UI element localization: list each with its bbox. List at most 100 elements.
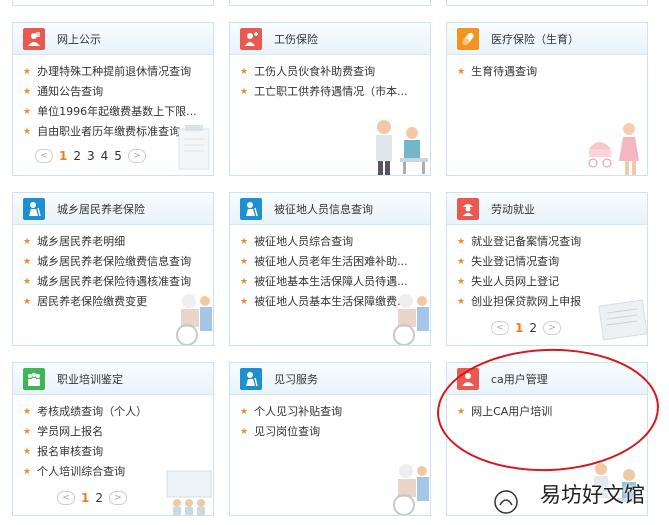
next-page-button[interactable]: > <box>127 149 146 163</box>
star-icon: ★ <box>23 237 32 247</box>
newspaper-illustration <box>598 299 647 341</box>
next-page-button[interactable]: > <box>109 491 127 505</box>
card-work-injury: 工伤保险 ★ 工伤人员伙食补助费查询 ★ 工亡职工供养待遇情况（市本... <box>229 22 431 176</box>
land-person-icon <box>240 197 262 220</box>
card-title: 医疗保险（生育） <box>491 32 579 46</box>
star-icon: ★ <box>23 127 32 137</box>
star-icon: ★ <box>240 427 249 437</box>
wheelchair-elder-illustration <box>393 464 429 515</box>
card-title: 劳动就业 <box>491 202 535 216</box>
worker-icon <box>457 197 479 220</box>
list-item[interactable]: ★ 生育待遇查询 <box>457 62 637 82</box>
wheelchair-elder-illustration <box>393 294 429 345</box>
star-icon: ★ <box>23 277 32 287</box>
card-title: 网上公示 <box>57 32 101 46</box>
list-item[interactable]: ★ 学员网上报名 <box>23 422 203 442</box>
top-card-strip-3 <box>446 0 648 6</box>
card-medical-insurance: 医疗保险（生育） ★ 生育待遇查询 <box>446 22 648 176</box>
card-header: 城乡居民养老保险 <box>13 193 213 225</box>
star-icon: ★ <box>457 257 466 267</box>
list-item[interactable]: ★ 城乡居民养老明细 <box>23 232 203 252</box>
training-group-icon <box>23 367 45 390</box>
list-item[interactable]: ★ 城乡居民养老保险缴费信息查询 <box>23 252 203 272</box>
list-item[interactable]: ★ 考核成绩查询（个人） <box>23 402 203 422</box>
star-icon: ★ <box>240 407 249 417</box>
star-icon: ★ <box>23 87 32 97</box>
list-item[interactable]: ★ 办理特殊工种提前退休情况查询 <box>23 62 203 82</box>
watermark-text: 易坊好文馆 <box>540 483 645 507</box>
card-online-notice: 网上公示 ★ 办理特殊工种提前退休情况查询 ★ 通知公告查询 ★ 单位1996年起缴费… <box>12 22 214 176</box>
elder-person-icon <box>23 197 45 220</box>
card-header: 网上公示 <box>13 23 213 55</box>
star-icon: ★ <box>23 107 32 117</box>
star-icon: ★ <box>457 67 466 77</box>
injury-person-icon <box>240 27 262 50</box>
page-1-link[interactable]: 1 <box>81 491 89 505</box>
star-icon: ★ <box>240 87 249 97</box>
list-item[interactable]: ★ 失业人员网上登记 <box>457 272 637 292</box>
list-item[interactable]: ★ 被征地人员老年生活困难补助... <box>240 252 420 272</box>
pagination: < 1 2 > <box>491 321 561 335</box>
card-vocational-training: 职业培训鉴定 ★ 考核成绩查询（个人） ★ 学员网上报名 ★ 报名审核查询 ★ 个人培训… <box>12 362 214 516</box>
card-header: 工伤保险 <box>230 23 430 55</box>
card-title: 职业培训鉴定 <box>57 372 123 386</box>
prev-page-button[interactable]: < <box>35 149 53 163</box>
person-document-icon <box>23 27 45 50</box>
watermark-logo-icon <box>494 490 518 514</box>
doctor-patient-illustration <box>376 120 428 175</box>
list-item[interactable]: ★ 工伤人员伙食补助费查询 <box>240 62 420 82</box>
wheelchair-elder-illustration <box>176 294 212 345</box>
top-card-strip-2 <box>229 0 431 6</box>
star-icon: ★ <box>457 297 466 307</box>
list-item[interactable]: ★ 失业登记情况查询 <box>457 252 637 272</box>
list-item[interactable]: ★ 工亡职工供养待遇情况（市本... <box>240 82 420 102</box>
page-1-link[interactable]: 1 <box>515 321 523 335</box>
star-icon: ★ <box>240 297 249 307</box>
star-icon: ★ <box>240 67 249 77</box>
star-icon: ★ <box>23 427 32 437</box>
card-title: 城乡居民养老保险 <box>57 202 145 216</box>
prev-page-button[interactable]: < <box>57 491 75 505</box>
card-title: 工伤保险 <box>274 32 318 46</box>
star-icon: ★ <box>240 237 249 247</box>
next-page-button[interactable]: > <box>543 321 561 335</box>
medicine-icon <box>457 27 479 50</box>
star-icon: ★ <box>23 257 32 267</box>
page-2-link[interactable]: 2 <box>95 491 103 505</box>
page-3-link[interactable]: 3 <box>87 149 95 163</box>
star-icon: ★ <box>23 447 32 457</box>
page-2-link[interactable]: 2 <box>529 321 537 335</box>
list-item[interactable]: ★ 通知公告查询 <box>23 82 203 102</box>
star-icon: ★ <box>457 237 466 247</box>
star-icon: ★ <box>240 277 249 287</box>
classroom-illustration <box>166 470 212 515</box>
pagination: < 1 2 3 4 5 > <box>35 149 146 163</box>
page-1-link[interactable]: 1 <box>59 149 67 163</box>
pagination: < 1 2 > <box>57 491 127 505</box>
clipboard-illustration <box>178 125 210 170</box>
list-item[interactable]: ★ 见习岗位查询 <box>240 422 420 442</box>
card-header: 劳动就业 <box>447 193 647 225</box>
page-5-link[interactable]: 5 <box>114 149 122 163</box>
list-item[interactable]: ★ 就业登记备案情况查询 <box>457 232 637 252</box>
card-labor-employment: 劳动就业 ★ 就业登记备案情况查询 ★ 失业登记情况查询 ★ 失业人员网上登记 ★ 创业… <box>446 192 648 346</box>
list-item[interactable]: ★ 报名审核查询 <box>23 442 203 462</box>
page-4-link[interactable]: 4 <box>101 149 109 163</box>
intern-person-icon <box>240 367 262 390</box>
list-item[interactable]: ★ 单位1996年起缴费基数上下限... <box>23 102 203 122</box>
page-2-link[interactable]: 2 <box>73 149 81 163</box>
top-card-strip-1 <box>12 0 214 6</box>
star-icon: ★ <box>457 277 466 287</box>
star-icon: ★ <box>23 297 32 307</box>
card-internship: 见习服务 ★ 个人见习补贴查询 ★ 见习岗位查询 <box>229 362 431 516</box>
card-header: 医疗保险（生育） <box>447 23 647 55</box>
mother-stroller-illustration <box>588 123 639 175</box>
card-resident-pension: 城乡居民养老保险 ★ 城乡居民养老明细 ★ 城乡居民养老保险缴费信息查询 ★ 城乡居民… <box>12 192 214 346</box>
star-icon: ★ <box>240 257 249 267</box>
list-item[interactable]: ★ 被征地人员综合查询 <box>240 232 420 252</box>
list-item[interactable]: ★ 个人见习补贴查询 <box>240 402 420 422</box>
card-header: 见习服务 <box>230 363 430 395</box>
prev-page-button[interactable]: < <box>491 321 509 335</box>
star-icon: ★ <box>23 407 32 417</box>
card-header: 被征地人员信息查询 <box>230 193 430 225</box>
